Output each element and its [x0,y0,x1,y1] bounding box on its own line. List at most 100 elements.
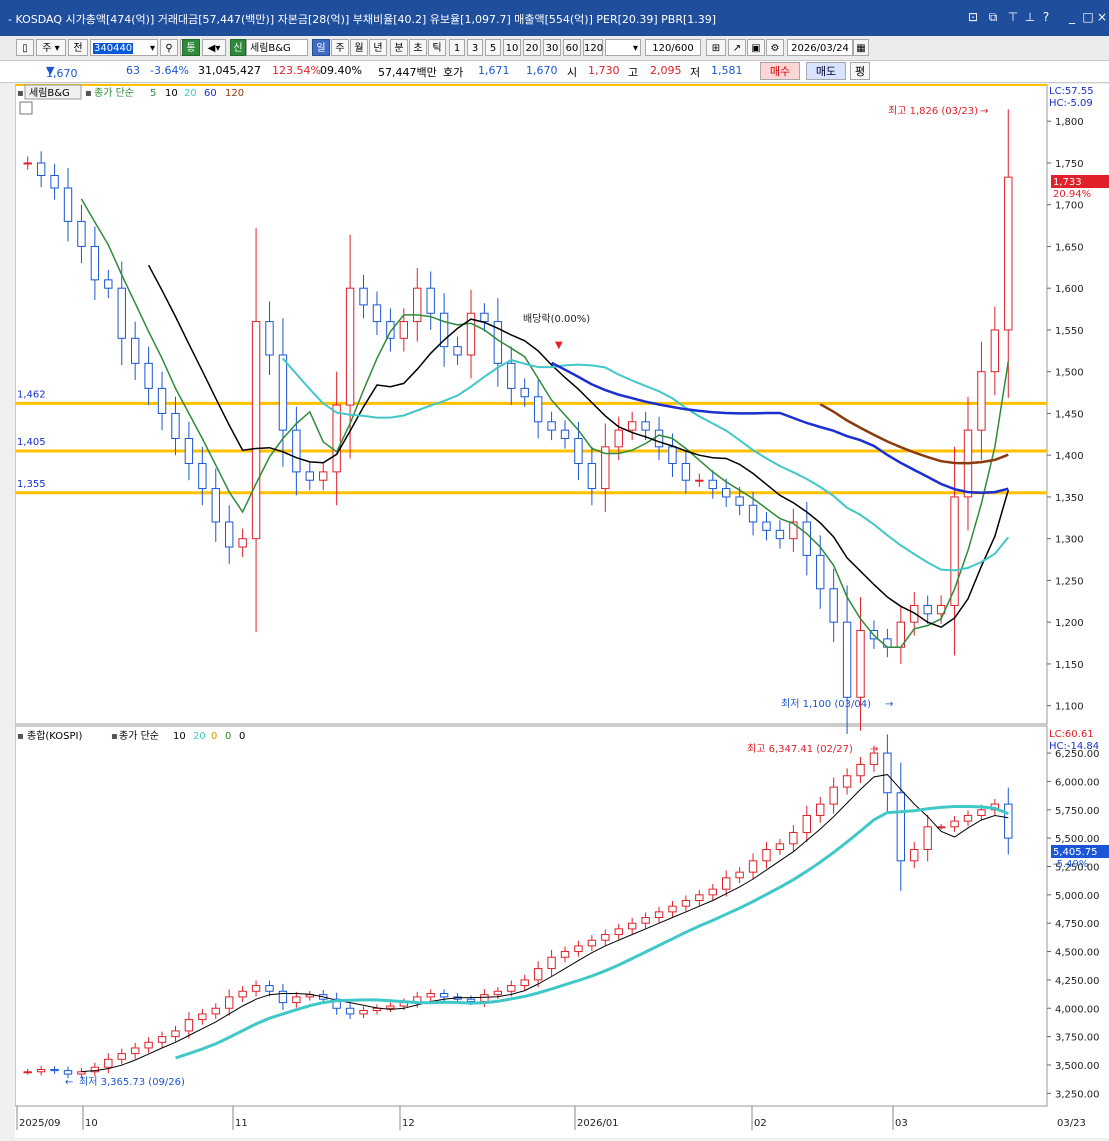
candle[interactable] [641,917,650,924]
minute-3[interactable]: 3 [467,39,483,56]
candle[interactable] [990,329,1000,373]
candle[interactable] [493,990,503,996]
gear-icon[interactable]: ⚙ [766,39,784,56]
candle[interactable] [63,187,73,222]
candle[interactable] [50,174,59,189]
candle[interactable] [292,996,301,1004]
buy-button[interactable]: 매수 [760,62,800,80]
minimize-icon[interactable]: _ [1064,9,1080,25]
candle[interactable] [923,604,932,615]
tong-badge[interactable]: 통 [182,39,200,56]
candle[interactable] [896,792,906,862]
candle[interactable] [507,985,516,992]
candle[interactable] [439,993,449,998]
candle[interactable] [574,437,583,465]
candle[interactable] [426,287,435,314]
candle[interactable] [225,996,234,1009]
sell-button[interactable]: 매도 [806,62,846,80]
candle[interactable] [816,554,825,590]
candle[interactable] [466,998,476,1002]
grid-toggle-icon[interactable] [19,101,33,115]
candle[interactable] [829,588,838,623]
candle[interactable] [104,1058,113,1068]
candle[interactable] [238,990,247,998]
candle[interactable] [762,848,771,862]
eval-button[interactable]: 평 [850,62,870,80]
candle[interactable] [601,934,610,941]
candle[interactable] [265,321,274,356]
candle[interactable] [144,362,153,389]
candle[interactable] [1004,803,1013,839]
candle[interactable] [856,763,865,777]
period-day[interactable]: 일 [312,39,330,56]
candle[interactable] [842,621,852,698]
candle[interactable] [77,1071,86,1075]
candle[interactable] [789,831,798,845]
candle[interactable] [654,911,664,919]
period-second[interactable]: 초 [409,39,427,56]
candle[interactable] [641,421,650,431]
period-week[interactable]: 주 [331,39,349,56]
candle[interactable] [144,1041,153,1049]
candle[interactable] [748,860,758,873]
candle[interactable] [668,905,677,913]
candle[interactable] [520,979,529,987]
minute-5[interactable]: 5 [485,39,501,56]
candle[interactable] [547,956,556,970]
candle[interactable] [856,630,865,698]
candle[interactable] [654,429,664,448]
candle[interactable] [90,245,100,281]
calendar-icon[interactable]: ▦ [853,39,869,56]
range-button[interactable]: 전 [68,39,88,56]
candle[interactable] [345,1007,355,1015]
candle[interactable] [426,993,435,998]
candle[interactable] [319,471,328,481]
candle[interactable] [668,446,677,465]
candle[interactable] [695,894,704,902]
candle[interactable] [332,404,341,473]
candle[interactable] [184,437,194,465]
candle[interactable] [130,1047,140,1055]
candle[interactable] [386,1005,395,1009]
candle[interactable] [23,1071,32,1074]
candle[interactable] [211,1007,220,1015]
minute-30[interactable]: 30 [543,39,561,56]
minute-120[interactable]: 120 [583,39,603,56]
candle[interactable] [775,529,785,540]
candle[interactable] [157,1036,167,1043]
candle[interactable] [265,985,274,992]
candle[interactable] [950,820,959,828]
search-icon[interactable]: ⚲ [160,39,178,56]
zoom-icon[interactable]: ⊞ [706,39,726,56]
candle[interactable] [910,848,919,862]
candle[interactable] [345,287,355,406]
candle[interactable] [117,287,126,339]
code-input[interactable]: 340440 ▾ [90,39,158,56]
period-month[interactable]: 월 [350,39,368,56]
candle[interactable] [359,1010,368,1015]
candle[interactable] [977,809,986,816]
pin-icon[interactable]: ⊤ [1005,9,1021,25]
candle[interactable] [923,826,932,850]
candle[interactable] [735,496,744,506]
candle[interactable] [507,362,516,389]
stock-name-field[interactable]: 세림B&G [246,39,308,56]
candle[interactable] [533,396,543,423]
candle[interactable] [681,900,691,907]
candle[interactable] [278,990,288,1004]
candle[interactable] [722,488,731,498]
candle[interactable] [574,945,583,953]
candle[interactable] [372,304,382,323]
chart-svg[interactable]: ▪ 세림B&G ▪ 종가 단순 5 10 20 60 120 ▪ 종합(KOSP… [14,83,1109,1138]
candle[interactable] [171,412,180,439]
candle[interactable] [359,287,368,306]
restore-icon[interactable]: ⊡ [965,9,981,25]
candle[interactable] [211,488,220,523]
candle[interactable] [681,463,691,481]
candle[interactable] [775,843,785,850]
candle[interactable] [238,538,247,548]
candle[interactable] [936,826,946,829]
draw-icon[interactable]: ↗ [728,39,746,56]
candle[interactable] [695,479,704,482]
candle[interactable] [251,985,261,992]
